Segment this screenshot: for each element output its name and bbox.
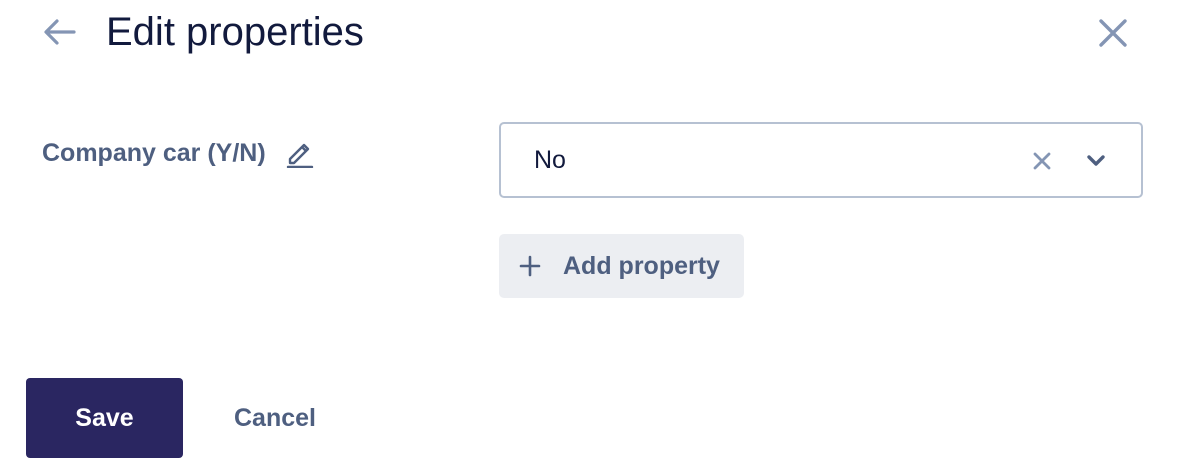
clear-x-icon xyxy=(1033,152,1051,170)
property-value-select[interactable]: No xyxy=(499,122,1143,198)
chevron-down-icon xyxy=(1087,155,1105,166)
edit-property-button[interactable] xyxy=(284,136,316,170)
property-row: Company car (Y/N) No xyxy=(0,110,1180,210)
property-label: Company car (Y/N) xyxy=(42,139,266,167)
cancel-button[interactable]: Cancel xyxy=(220,378,330,458)
select-value: No xyxy=(534,146,566,174)
header: Edit properties xyxy=(0,0,1180,70)
close-button[interactable] xyxy=(1092,12,1134,54)
plus-icon xyxy=(517,253,543,279)
pencil-icon xyxy=(286,143,313,168)
clear-value-button[interactable] xyxy=(1027,146,1057,176)
property-label-group: Company car (Y/N) xyxy=(42,136,316,170)
arrow-left-icon xyxy=(44,19,76,45)
dropdown-toggle[interactable] xyxy=(1081,146,1111,176)
close-icon xyxy=(1099,19,1127,47)
add-property-button[interactable]: Add property xyxy=(499,234,744,298)
back-button[interactable] xyxy=(36,12,82,52)
page-title: Edit properties xyxy=(106,10,364,54)
add-property-label: Add property xyxy=(563,251,720,280)
save-button[interactable]: Save xyxy=(26,378,183,458)
